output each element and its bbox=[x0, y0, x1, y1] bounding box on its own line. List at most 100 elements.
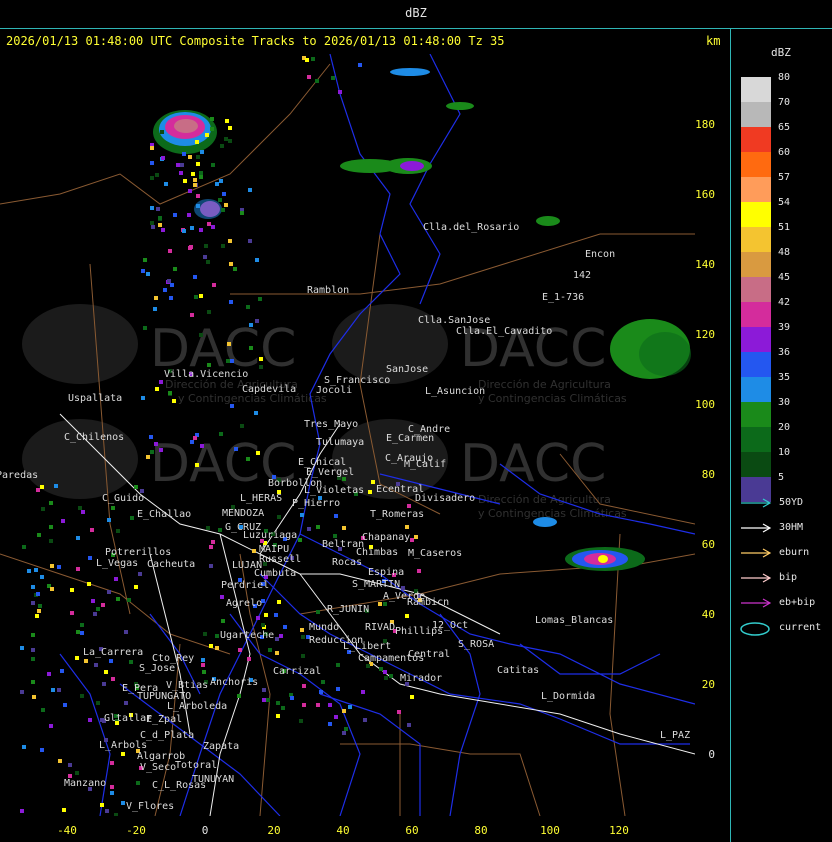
radar-pixel bbox=[36, 488, 40, 492]
radar-pixel bbox=[78, 506, 82, 510]
radar-pixel bbox=[153, 307, 157, 311]
radar-pixel bbox=[407, 504, 411, 508]
radar-pixel bbox=[384, 676, 388, 680]
radar-pixel bbox=[199, 294, 203, 298]
radar-pixel bbox=[262, 698, 266, 702]
radar-pixel bbox=[249, 346, 253, 350]
radar-pixel bbox=[102, 682, 106, 686]
radar-pixel bbox=[114, 577, 118, 581]
track-legend-item: current bbox=[739, 621, 829, 636]
radar-pixel bbox=[40, 748, 44, 752]
x-tick-label: -40 bbox=[57, 824, 77, 837]
place-label: L_PAZ bbox=[660, 730, 690, 741]
radar-pixel bbox=[261, 623, 265, 627]
radar-pixel bbox=[40, 575, 44, 579]
radar-pixel bbox=[150, 176, 154, 180]
radar-pixel bbox=[172, 399, 176, 403]
legend-swatch bbox=[741, 152, 771, 177]
place-label: SanJose bbox=[386, 364, 428, 375]
radar-pixel bbox=[258, 297, 262, 301]
place-label: L_Violetas bbox=[304, 485, 364, 496]
radar-pixel bbox=[336, 687, 340, 691]
radar-pixel bbox=[124, 701, 128, 705]
radar-pixel bbox=[252, 549, 256, 553]
radar-pixel bbox=[275, 637, 279, 641]
radar-pixel bbox=[31, 601, 35, 605]
place-label: Tres_Mayo bbox=[304, 419, 358, 430]
radar-pixel bbox=[225, 119, 229, 123]
radar-pixel bbox=[167, 279, 171, 283]
legend-swatch bbox=[741, 427, 771, 452]
radar-pixel bbox=[57, 688, 61, 692]
y-tick-label: 60 bbox=[701, 538, 715, 551]
radar-pixel bbox=[49, 539, 53, 543]
radar-pixel bbox=[179, 171, 183, 175]
radar-pixel bbox=[230, 404, 234, 408]
x-tick-label: 100 bbox=[540, 824, 560, 837]
legend-value: 20 bbox=[778, 422, 791, 433]
radar-pixel bbox=[41, 507, 45, 511]
radar-pixel bbox=[94, 663, 98, 667]
track-legend-label: 50YD bbox=[779, 497, 804, 508]
y-tick-label: 40 bbox=[701, 608, 715, 621]
radar-pixel bbox=[111, 506, 115, 510]
radar-pixel bbox=[238, 648, 242, 652]
radar-pixel bbox=[91, 599, 95, 603]
radar-pixel bbox=[149, 435, 153, 439]
radar-pixel bbox=[190, 313, 194, 317]
radar-pixel bbox=[410, 538, 414, 542]
radar-pixel bbox=[240, 424, 244, 428]
map-canvas: DACC DACC DACC DACC Dirección de Agricul… bbox=[0, 54, 695, 816]
ellipse-icon bbox=[740, 622, 770, 636]
radar-pixel bbox=[277, 600, 281, 604]
radar-pixel bbox=[37, 609, 41, 613]
radar-pixel bbox=[188, 246, 192, 250]
radar-pixel bbox=[107, 590, 111, 594]
place-label: T_Romeras bbox=[370, 509, 424, 520]
radar-pixel bbox=[368, 490, 372, 494]
radar-pixel bbox=[75, 656, 79, 660]
radar-pixel bbox=[199, 175, 203, 179]
radar-map[interactable]: DACC DACC DACC DACC Dirección de Agricul… bbox=[0, 54, 695, 816]
radar-pixel bbox=[220, 595, 224, 599]
legend-value: 39 bbox=[778, 322, 791, 333]
place-label: L_HERAS bbox=[240, 493, 282, 504]
radar-pixel bbox=[54, 484, 58, 488]
radar-pixel bbox=[109, 659, 113, 663]
radar-pixel bbox=[183, 179, 187, 183]
radar-pixel bbox=[240, 211, 244, 215]
radar-pixel bbox=[215, 646, 219, 650]
radar-pixel bbox=[93, 612, 97, 616]
radar-pixel bbox=[196, 194, 200, 198]
radar-pixel bbox=[221, 619, 225, 623]
radar-pixel bbox=[58, 759, 62, 763]
radar-pixel bbox=[212, 283, 216, 287]
radar-pixel bbox=[321, 680, 325, 684]
place-label: S_ROSA bbox=[458, 639, 494, 650]
radar-pixel bbox=[230, 359, 234, 363]
radar-pixel bbox=[410, 695, 414, 699]
radar-pixel bbox=[96, 607, 100, 611]
radar-pixel bbox=[237, 694, 241, 698]
radar-pixel bbox=[307, 527, 311, 531]
radar-pixel bbox=[246, 305, 250, 309]
radar-pixel bbox=[333, 534, 337, 538]
radar-pixel bbox=[143, 258, 147, 262]
radar-pixel bbox=[146, 455, 150, 459]
radar-pixel bbox=[168, 391, 172, 395]
place-label: L_Arboleda bbox=[167, 701, 227, 712]
radar-pixel bbox=[40, 485, 44, 489]
legend-swatch bbox=[741, 202, 771, 227]
x-tick-label: 40 bbox=[336, 824, 350, 837]
radar-pixel bbox=[187, 213, 191, 217]
place-label: Clla.El_Cavadito bbox=[456, 326, 552, 337]
radar-pixel bbox=[254, 411, 258, 415]
track-legend-label: 30HM bbox=[779, 522, 804, 533]
radar-pixel bbox=[193, 275, 197, 279]
radar-pixel bbox=[90, 528, 94, 532]
radar-pixel bbox=[301, 654, 305, 658]
track-legend-item: eburn bbox=[739, 546, 829, 560]
radar-pixel bbox=[383, 670, 387, 674]
place-label: Villa.Vicencio bbox=[164, 369, 248, 380]
y-tick-label: 180 bbox=[695, 118, 715, 131]
